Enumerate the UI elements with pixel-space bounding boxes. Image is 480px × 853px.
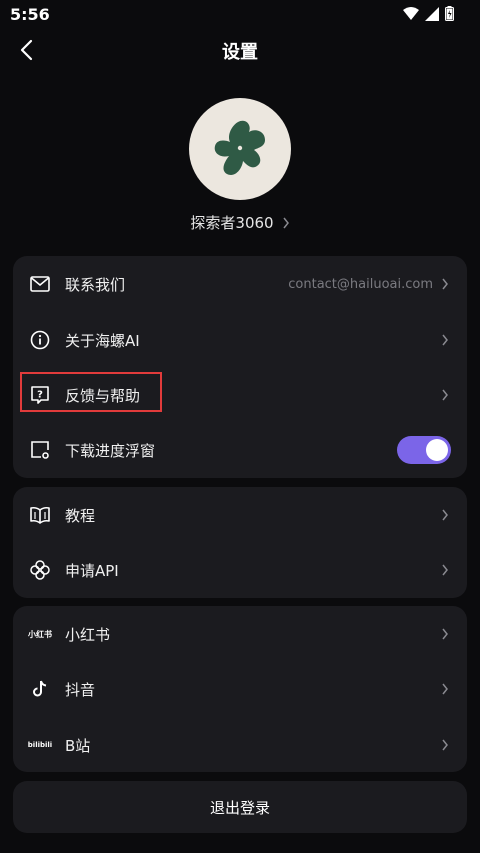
tutorial-label: 教程 xyxy=(65,506,96,525)
about-item[interactable]: 关于海螺AI xyxy=(13,312,467,368)
profile-row[interactable]: 探索者3060 xyxy=(0,212,480,233)
status-bar: 5:56 xyxy=(0,0,480,28)
tutorial-item[interactable]: 教程 xyxy=(13,487,467,543)
bilibili-icon: bilibili xyxy=(27,741,53,749)
xiaohongshu-item[interactable]: 小红书 小红书 xyxy=(13,606,467,662)
download-float-toggle[interactable] xyxy=(397,436,451,464)
chevron-right-icon xyxy=(441,333,451,347)
mail-icon xyxy=(29,273,51,295)
contact-email: contact@hailuoai.com xyxy=(288,276,433,292)
douyin-label: 抖音 xyxy=(65,680,96,699)
page-title: 设置 xyxy=(222,42,258,63)
chevron-right-icon xyxy=(283,217,289,228)
bilibili-item[interactable]: bilibili B站 xyxy=(13,717,467,773)
status-icons xyxy=(403,6,454,25)
avatar-shape-icon xyxy=(214,120,265,175)
apply-api-label: 申请API xyxy=(65,561,119,580)
chevron-right-icon xyxy=(441,563,451,577)
settings-group-contact: 联系我们 contact@hailuoai.com 关于海螺AI ? 反馈与帮助… xyxy=(13,256,467,478)
apply-api-item[interactable]: 申请API xyxy=(13,542,467,598)
xiaohongshu-icon: 小红书 xyxy=(28,629,52,639)
logout-button[interactable]: 退出登录 xyxy=(13,781,467,833)
xiaohongshu-label: 小红书 xyxy=(65,625,111,644)
status-time: 5:56 xyxy=(10,5,50,24)
float-window-icon xyxy=(29,439,51,461)
book-icon xyxy=(29,504,51,526)
chevron-right-icon xyxy=(441,627,451,641)
download-float-label: 下载进度浮窗 xyxy=(65,441,156,460)
download-float-item: 下载进度浮窗 xyxy=(13,422,467,478)
highlight-box xyxy=(20,372,162,412)
info-icon xyxy=(29,329,51,351)
signal-icon xyxy=(425,6,439,25)
avatar[interactable] xyxy=(189,98,291,200)
wifi-icon xyxy=(403,6,419,25)
username: 探索者3060 xyxy=(190,214,274,232)
chevron-right-icon xyxy=(441,508,451,522)
api-icon xyxy=(29,559,51,581)
bilibili-label: B站 xyxy=(65,736,91,755)
about-label: 关于海螺AI xyxy=(65,331,140,350)
header: 设置 xyxy=(0,28,480,72)
battery-icon xyxy=(445,6,454,25)
chevron-right-icon xyxy=(441,682,451,696)
chevron-right-icon xyxy=(441,277,451,291)
settings-group-social: 小红书 小红书 抖音 bilibili B站 xyxy=(13,606,467,772)
chevron-right-icon xyxy=(441,738,451,752)
tiktok-icon xyxy=(29,678,51,700)
toggle-knob xyxy=(426,439,448,461)
contact-us-item[interactable]: 联系我们 contact@hailuoai.com xyxy=(13,256,467,312)
chevron-right-icon xyxy=(441,388,451,402)
douyin-item[interactable]: 抖音 xyxy=(13,661,467,717)
settings-group-tutorial: 教程 申请API xyxy=(13,487,467,598)
contact-us-label: 联系我们 xyxy=(65,275,126,294)
